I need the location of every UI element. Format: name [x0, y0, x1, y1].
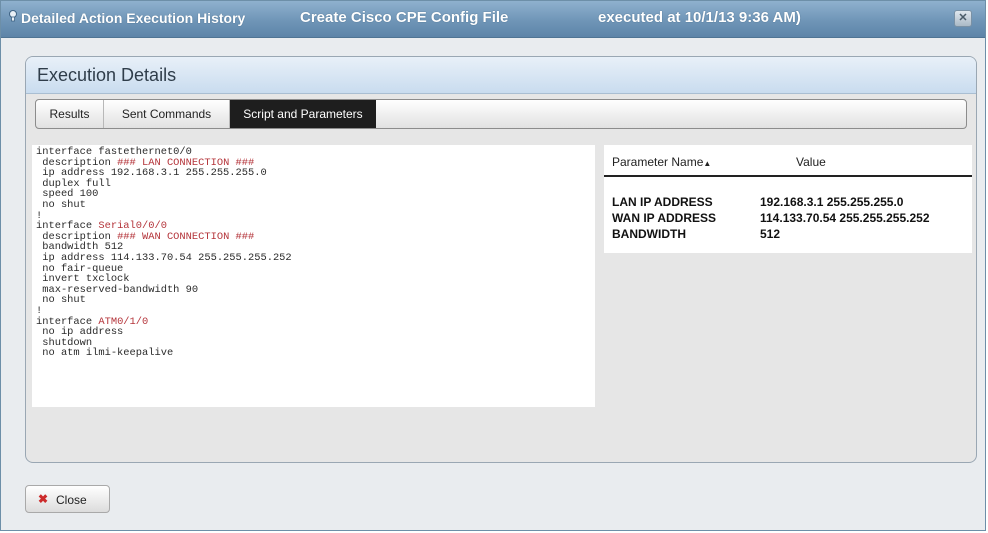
x-icon: ✖ — [38, 492, 49, 506]
table-row[interactable]: WAN IP ADDRESS 114.133.70.54 255.255.255… — [604, 211, 972, 227]
panel-header: Execution Details — [26, 57, 976, 94]
window-title: Detailed Action Execution History — [21, 10, 246, 26]
script-highlight: ### WAN CONNECTION ### — [117, 230, 255, 243]
execution-details-panel: Execution Details Results Sent Commands … — [25, 56, 977, 463]
table-row[interactable]: BANDWIDTH 512 — [604, 227, 972, 243]
column-header-parameter-name[interactable]: Parameter Name▲ — [612, 155, 711, 169]
tab-bar: Results Sent Commands Script and Paramet… — [35, 99, 967, 129]
parameter-name: WAN IP ADDRESS — [612, 211, 717, 225]
tab-sent-commands[interactable]: Sent Commands — [104, 100, 230, 128]
script-line: no atm ilmi-keepalive — [36, 347, 173, 359]
script-token: no atm ilmi-keepalive — [36, 347, 174, 360]
window-icon — [8, 9, 18, 22]
parameter-value: 512 — [760, 227, 781, 241]
parameters-table: Parameter Name▲ Value LAN IP ADDRESS 192… — [604, 145, 972, 253]
close-button[interactable]: ✖ Close — [25, 485, 110, 513]
panel-title: Execution Details — [37, 65, 177, 85]
script-token: no shut — [36, 294, 86, 307]
column-header-value[interactable]: Value — [796, 155, 826, 169]
action-name: Create Cisco CPE Config File — [300, 9, 509, 26]
script-line: no shut — [36, 199, 86, 211]
execution-timestamp: executed at 10/1/13 9:36 AM) — [598, 9, 801, 26]
parameters-table-header: Parameter Name▲ Value — [604, 145, 972, 177]
script-viewer[interactable]: interface fastethernet0/0 description ##… — [32, 145, 595, 407]
parameter-value: 192.168.3.1 255.255.255.0 — [760, 195, 904, 209]
tab-results[interactable]: Results — [36, 100, 104, 128]
column-header-parameter-name-label: Parameter Name — [612, 155, 704, 169]
script-text: interface fastethernet0/0 description ##… — [32, 145, 595, 359]
script-line: no shut — [36, 294, 86, 306]
table-row[interactable]: LAN IP ADDRESS 192.168.3.1 255.255.255.0 — [604, 195, 972, 211]
close-x-icon[interactable]: ✕ — [954, 10, 972, 27]
window-titlebar[interactable]: Detailed Action Execution History Create… — [1, 1, 985, 38]
parameter-value: 114.133.70.54 255.255.255.252 — [760, 211, 930, 225]
parameter-name: LAN IP ADDRESS — [612, 195, 713, 209]
script-token: no shut — [36, 198, 86, 211]
execution-history-window: Detailed Action Execution History Create… — [0, 0, 986, 531]
parameter-name: BANDWIDTH — [612, 227, 686, 241]
sort-ascending-icon: ▲ — [703, 159, 712, 168]
tab-script-and-parameters[interactable]: Script and Parameters — [230, 100, 376, 128]
close-button-label: Close — [56, 493, 87, 507]
